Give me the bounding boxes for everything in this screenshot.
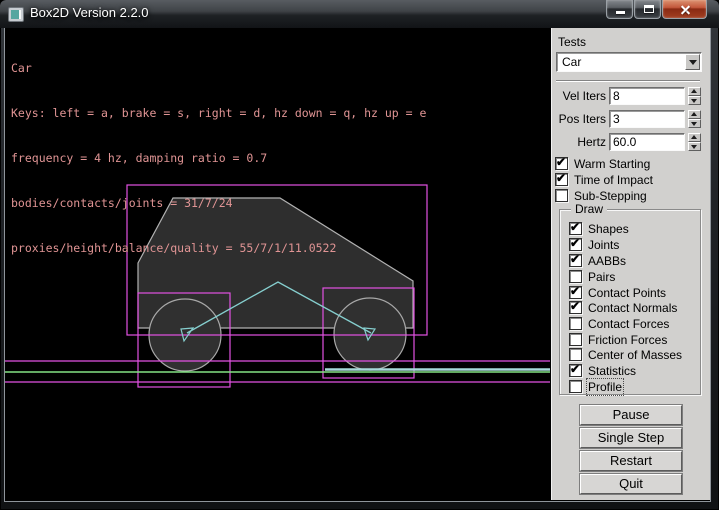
minimize-button[interactable] <box>606 0 633 19</box>
tests-label: Tests <box>558 35 586 49</box>
checkbox-box[interactable]: ✔ <box>569 254 582 267</box>
dropdown-arrow-button[interactable] <box>685 54 700 70</box>
stats-text: Car Keys: left = a, brake = s, right = d… <box>11 31 426 286</box>
client-area: Car Keys: left = a, brake = s, right = d… <box>4 28 711 502</box>
check-icon: ✔ <box>570 284 580 298</box>
app-icon <box>8 7 24 22</box>
vel-iters-input[interactable] <box>609 87 685 105</box>
maximize-icon <box>644 5 654 13</box>
panel-separator <box>556 80 700 82</box>
stats-line: Keys: left = a, brake = s, right = d, hz… <box>11 106 426 121</box>
check-icon: ✔ <box>570 362 580 376</box>
stats-line: Car <box>11 61 426 76</box>
arrow-down-icon <box>691 122 697 126</box>
simulation-canvas[interactable]: Car Keys: left = a, brake = s, right = d… <box>5 28 550 500</box>
right-wheel <box>334 298 406 370</box>
checkbox-box[interactable]: ✔ <box>569 301 582 314</box>
check-icon: ✔ <box>570 236 580 250</box>
check-icon: ✔ <box>556 171 566 185</box>
checkbox-box[interactable]: ✔ <box>569 348 582 361</box>
vel-iters-stepper <box>688 87 701 105</box>
vel-iters-down-button[interactable] <box>688 96 701 105</box>
vel-iters-up-button[interactable] <box>688 87 701 96</box>
checkbox-box[interactable]: ✔ <box>555 157 568 170</box>
arrow-up-icon <box>691 135 697 139</box>
hertz-stepper <box>688 133 701 151</box>
stats-line: frequency = 4 hz, damping ratio = 0.7 <box>11 151 426 166</box>
close-icon <box>680 4 691 15</box>
checkbox-box[interactable]: ✔ <box>569 364 582 377</box>
window-title: Box2D Version 2.2.0 <box>30 0 149 26</box>
pos-iters-input[interactable] <box>609 110 685 128</box>
checkbox-box[interactable]: ✔ <box>569 270 582 283</box>
check-icon: ✔ <box>556 155 566 169</box>
single-step-button[interactable]: Single Step <box>580 428 682 448</box>
maximize-button[interactable] <box>634 0 661 19</box>
minimize-icon <box>616 11 625 14</box>
check-icon: ✔ <box>570 220 580 234</box>
checkbox-box[interactable]: ✔ <box>555 173 568 186</box>
pos-iters-stepper <box>688 110 701 128</box>
arrow-down-icon <box>691 99 697 103</box>
titlebar[interactable]: Box2D Version 2.2.0 <box>0 0 719 28</box>
checkbox-box[interactable]: ✔ <box>569 222 582 235</box>
checkbox-box[interactable]: ✔ <box>569 286 582 299</box>
arrow-up-icon <box>691 112 697 116</box>
control-panel: Tests Car Vel Iters Pos Iters <box>551 28 710 500</box>
pos-iters-down-button[interactable] <box>688 119 701 128</box>
stats-line: proxies/height/balance/quality = 55/7/1/… <box>11 241 426 256</box>
hertz-down-button[interactable] <box>688 142 701 151</box>
pos-iters-up-button[interactable] <box>688 110 701 119</box>
close-button[interactable] <box>662 0 707 19</box>
draw-group-label: Draw <box>571 202 607 216</box>
box2d-window: Box2D Version 2.2.0 Car Keys: left = a, … <box>0 0 719 510</box>
hertz-up-button[interactable] <box>688 133 701 142</box>
checkbox-box[interactable]: ✔ <box>569 317 582 330</box>
check-icon: ✔ <box>570 299 580 313</box>
checkbox-box[interactable]: ✔ <box>555 189 568 202</box>
checkbox-box[interactable]: ✔ <box>569 333 582 346</box>
hertz-label: Hertz <box>552 135 606 149</box>
check-icon: ✔ <box>570 252 580 266</box>
stats-line: bodies/contacts/joints = 31/7/24 <box>11 196 426 211</box>
vel-iters-label: Vel Iters <box>552 89 606 103</box>
tests-dropdown[interactable]: Car <box>556 52 702 72</box>
chevron-down-icon <box>689 60 697 65</box>
restart-button[interactable]: Restart <box>580 451 682 471</box>
hertz-input[interactable] <box>609 133 685 151</box>
pos-iters-label: Pos Iters <box>552 112 606 126</box>
checkbox-box[interactable]: ✔ <box>569 238 582 251</box>
quit-button[interactable]: Quit <box>580 474 682 494</box>
arrow-up-icon <box>691 89 697 93</box>
arrow-down-icon <box>691 145 697 149</box>
checkbox-box[interactable]: ✔ <box>569 380 582 393</box>
tests-dropdown-value: Car <box>562 55 581 69</box>
pause-button[interactable]: Pause <box>580 405 682 425</box>
